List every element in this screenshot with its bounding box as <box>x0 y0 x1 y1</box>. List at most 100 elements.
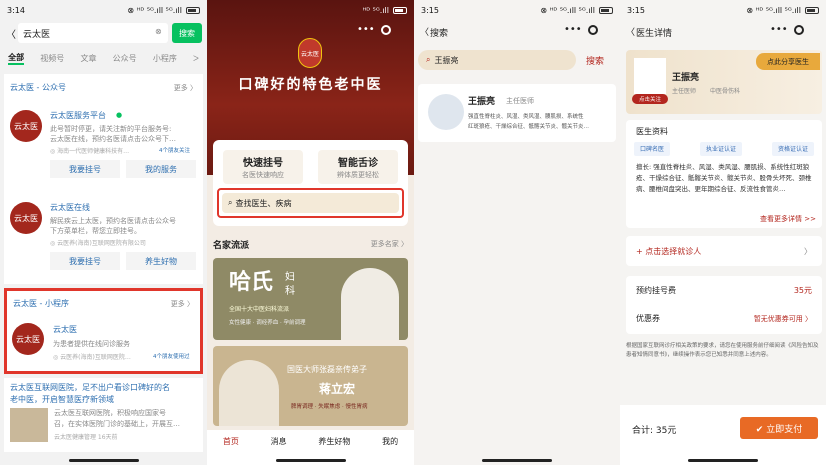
more-link[interactable]: 更多 〉 <box>174 83 197 93</box>
battery-icon <box>393 6 407 14</box>
ad-title-small: 科 <box>285 286 295 297</box>
close-icon[interactable] <box>380 24 391 35</box>
badge-row: 口碑名医 执业证认证 资格证认证 <box>634 142 814 156</box>
fee-value: 35元 <box>793 286 812 295</box>
account-item[interactable]: 云太医 云太医服务平台 ● 此号暂时停更，请关注新的平台服务号: 云太医在线，预… <box>4 100 203 190</box>
tabs-more-icon[interactable]: ᐳ <box>193 54 199 63</box>
article-card[interactable]: 云太医互联网医院，足不出户看诊口碑好的名 老中医，开启智慧医疗新领域 云太医互联… <box>4 378 203 452</box>
ad-tags: 脾胃调理 · 失眠焦虑 · 慢性胃病 <box>291 404 368 410</box>
fee-card: 预约挂号费 35元 优惠券 暂无优惠券可用 〉 <box>626 276 822 334</box>
doctor-ad-banner[interactable]: 国医大师张磊亲传弟子 蒋立宏 脾胃调理 · 失眠焦虑 · 慢性胃病 <box>213 346 408 426</box>
doctor-skills: 擅长: 强直性脊柱炎、风湿、类风湿、腰肌损、系统性红斑狼疮、干燥综合征、骶髂关节… <box>636 163 812 193</box>
doctor-name: 王振亮 <box>672 73 700 83</box>
search-value: 王振亮 <box>434 55 459 65</box>
account-desc: 下方菜单栏，帮您立即挂号。 <box>50 227 141 235</box>
share-button[interactable]: 点此分享医生 <box>756 53 820 70</box>
doctor-dept: 中医骨伤科 <box>710 88 741 95</box>
battery-icon <box>805 6 819 14</box>
coupon-selector[interactable]: 暂无优惠券可用 〉 <box>754 314 812 324</box>
search-input[interactable]: 云太医 ⊗ <box>18 23 168 43</box>
doctor-specialty: 红斑狼疮、干燥综合征、骶髂关节炎、髋关节炎… <box>468 124 590 130</box>
doctor-ad-banner[interactable]: 哈氏 妇 科 全国十大中医妇科流派 女性健康 · 调经养血 · 孕前调理 <box>213 258 408 340</box>
search-highlight: ⌕ 查找医生、疾病 <box>217 188 404 218</box>
choose-patient[interactable]: + 点击选择就诊人 〉 <box>626 236 822 266</box>
tab-miniprogram[interactable]: 小程序 <box>153 53 177 64</box>
miniprogram-home-screen: ᴴᴰ ⁵ᴳ.ıll ••• 云太医 口碑好的特色老中医 快速挂号 名医快速响应 … <box>207 0 414 465</box>
article-desc: 云太医互联网医院，积极响应国家号 <box>54 409 166 417</box>
tongue-title: 智能舌诊 <box>338 158 378 169</box>
service-button[interactable]: 我的服务 <box>126 160 196 178</box>
status-bar: ᴴᴰ ⁵ᴳ.ıll <box>207 0 414 20</box>
miniprogram-name: 云太医 <box>53 325 77 334</box>
search-button[interactable]: 搜索 <box>586 54 604 67</box>
choose-patient-label: + 点击选择就诊人 <box>636 247 702 256</box>
doctor-result[interactable]: 王振亮 主任医师 强直性脊柱炎、风湿、类风湿、腰肌损、系统性 红斑狼疮、干燥综合… <box>418 84 616 142</box>
doctor-title: 主任医师 <box>506 97 534 105</box>
tongue-diagnosis-button[interactable]: 智能舌诊 辨体质更轻松 <box>318 150 398 184</box>
account-item[interactable]: 云太医 云太医在线 解民疾云上太医，预约名医请点击公众号 下方菜单栏，帮您立即挂… <box>4 192 203 282</box>
nav-goods[interactable]: 养生好物 <box>318 436 350 447</box>
battery-icon <box>186 6 200 14</box>
capsule-menu[interactable]: ••• <box>564 24 598 35</box>
account-meta: ◎ 云医养(海南)互联网医院有限公司 <box>50 240 146 247</box>
close-icon[interactable] <box>587 24 598 35</box>
capsule-menu[interactable]: ••• <box>770 24 804 35</box>
view-more-link[interactable]: 查看更多详情 >> <box>760 214 816 224</box>
search-value: 云太医 <box>23 30 51 40</box>
back-icon[interactable]: 〈 <box>626 25 635 38</box>
search-icon: ⌕ <box>426 55 431 64</box>
more-icon[interactable]: ••• <box>357 24 375 35</box>
close-icon[interactable] <box>793 24 804 35</box>
doctor-photo <box>219 360 279 426</box>
tab-articles[interactable]: 文章 <box>80 53 96 64</box>
more-icon[interactable]: ••• <box>564 24 582 35</box>
home-indicator <box>688 459 758 462</box>
more-link[interactable]: 更多 〉 <box>171 299 194 309</box>
doctor-name: 王振亮 <box>468 97 496 107</box>
nav-mine[interactable]: 我的 <box>382 436 398 447</box>
status-bar: 3:15 ⊗ ᴴᴰ ⁵ᴳ.ıll ⁵ᴳ.ıll <box>414 0 620 20</box>
tab-all[interactable]: 全部 <box>8 52 25 65</box>
doctor-specialty: 强直性脊柱炎、风湿、类风湿、腰肌损、系统性 <box>468 114 584 120</box>
nav-messages[interactable]: 消息 <box>271 436 287 447</box>
section-title: 名家流派 <box>213 241 250 251</box>
doctor-title: 主任医师 <box>672 88 697 95</box>
article-title: 老中医，开启智慧医疗新领域 <box>10 395 114 404</box>
miniprogram-card[interactable]: 云太医 - 小程序 更多 〉 云太医 云太医 为患者提供在线问诊服务 ◎ 云医养… <box>4 288 203 374</box>
search-button[interactable]: 搜索 <box>172 23 202 43</box>
doctor-search-input[interactable]: ⌕ 查找医生、疾病 <box>222 193 399 213</box>
quick-register-button[interactable]: 快速挂号 名医快速响应 <box>223 150 303 184</box>
nav-home[interactable]: 首页 <box>223 436 239 447</box>
back-icon[interactable]: 〈 <box>420 25 429 38</box>
quick-register-sub: 名医快速响应 <box>242 171 284 179</box>
register-button[interactable]: 我要挂号 <box>50 252 120 270</box>
badge: 资格证认证 <box>771 142 814 156</box>
goods-button[interactable]: 养生好物 <box>126 252 196 270</box>
clear-icon[interactable]: ⊗ <box>155 27 162 36</box>
account-name: 云太医服务平台 <box>50 111 106 120</box>
checkout-bar: 合计: 35元 ✔ 立即支付 <box>620 405 826 465</box>
more-icon[interactable]: ••• <box>770 24 788 35</box>
search-bar: 〈 云太医 ⊗ 搜索 <box>0 20 207 46</box>
tab-channels[interactable]: 视频号 <box>40 53 64 64</box>
section-title: 云太医 - 小程序 <box>13 299 69 308</box>
ad-doctor-name: 蒋立宏 <box>319 382 356 396</box>
banner-slogan: 口碑好的特色老中医 <box>238 77 383 93</box>
capsule-menu[interactable]: ••• <box>357 24 391 35</box>
follow-button[interactable]: 点击关注 <box>632 94 668 104</box>
more-doctors-link[interactable]: 更多名家 〉 <box>371 239 408 249</box>
article-meta: 云太医健康管理 16天前 <box>54 434 118 441</box>
feature-card: 快速挂号 名医快速响应 智能舌诊 辨体质更轻松 ⌕ 查找医生、疾病 <box>213 140 408 226</box>
account-desc: 此号暂时停更，请关注新的平台服务号: <box>50 125 172 133</box>
chevron-right-icon: 〉 <box>804 247 812 256</box>
register-button[interactable]: 我要挂号 <box>50 160 120 178</box>
ad-title: 哈氏 <box>229 270 274 295</box>
ad-tags: 女性健康 · 调经养血 · 孕前调理 <box>229 320 306 326</box>
tab-official[interactable]: 公众号 <box>113 53 137 64</box>
back-icon[interactable]: 〈 <box>6 26 16 41</box>
search-input[interactable]: ⌕ 王振亮 <box>418 50 576 70</box>
pay-button[interactable]: ✔ 立即支付 <box>740 417 818 439</box>
friends-used: 4个朋友使用过 <box>153 354 190 360</box>
search-placeholder: 查找医生、疾病 <box>235 198 292 208</box>
badge: 口碑名医 <box>634 142 671 156</box>
